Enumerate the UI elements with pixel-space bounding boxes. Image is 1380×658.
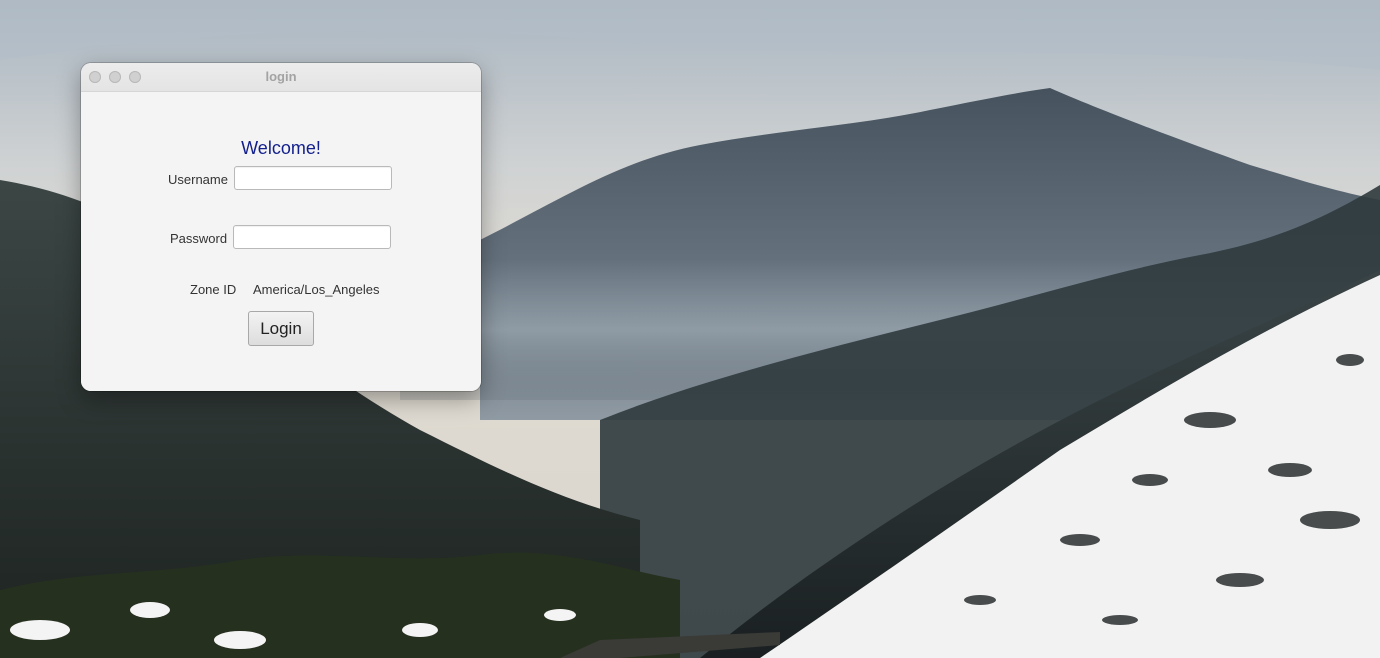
- window-titlebar[interactable]: login: [81, 63, 481, 92]
- welcome-heading: Welcome!: [241, 138, 321, 158]
- username-input[interactable]: [234, 166, 392, 190]
- zone-id-label: Zone ID: [190, 282, 237, 297]
- window-title: login: [265, 69, 297, 84]
- desktop: login Welcome! Username Password Zone ID…: [0, 0, 1380, 658]
- password-input[interactable]: [233, 225, 391, 249]
- login-window: login Welcome! Username Password Zone ID…: [81, 63, 481, 391]
- password-label: Password: [170, 231, 228, 246]
- username-label: Username: [168, 172, 228, 187]
- login-form: Welcome! Username Password Zone ID Ameri…: [81, 92, 481, 391]
- zone-id-value: America/Los_Angeles: [253, 282, 380, 297]
- login-button[interactable]: Login: [248, 311, 314, 346]
